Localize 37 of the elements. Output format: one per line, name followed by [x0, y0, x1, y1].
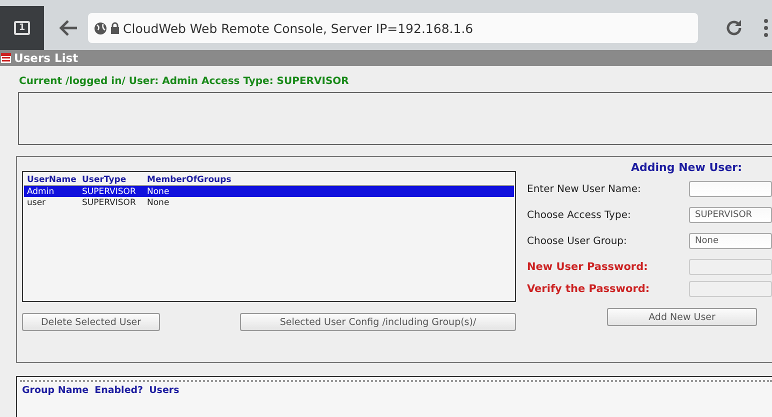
field-label: Choose Access Type: — [527, 210, 632, 220]
tab-count[interactable]: 1 — [14, 21, 30, 35]
user-row[interactable]: Admin SUPERVISOR None — [24, 186, 514, 197]
input-field[interactable] — [689, 181, 772, 197]
field-label: Choose User Group: — [527, 236, 628, 246]
field-label: Enter New User Name: — [527, 184, 642, 194]
table-cell-text: None — [147, 186, 170, 196]
current-user-text: Current /logged in/ User: Admin Access Type: SUPERVISOR — [19, 76, 349, 87]
table-cell-text: SUPERVISOR — [82, 198, 137, 208]
table-cell-text: None — [147, 198, 170, 208]
column-header: Enabled? — [94, 385, 144, 396]
table-cell-text: user — [26, 198, 47, 208]
user-row[interactable]: user SUPERVISOR None — [24, 197, 514, 208]
dropdown[interactable]: None — [689, 233, 772, 249]
field-label: New User Password: — [527, 261, 649, 273]
user-config-button[interactable]: Selected User Config /including Group(s)/ — [240, 313, 516, 331]
password-field[interactable] — [689, 281, 772, 297]
globe-icon — [94, 22, 107, 34]
app-icon — [1, 53, 11, 63]
dropdown[interactable]: SUPERVISOR — [689, 207, 772, 223]
delete-user-button[interactable]: Delete Selected User — [22, 313, 160, 331]
form-title: Adding New User: — [631, 161, 742, 174]
window-title: Users List — [14, 51, 78, 65]
column-header: Users — [149, 385, 180, 396]
lock-icon — [110, 22, 120, 34]
reload-icon[interactable] — [724, 18, 744, 38]
column-header: MemberOfGroups — [147, 174, 232, 184]
address-bar[interactable]: CloudWeb Web Remote Console, Server IP=192.168.1.6 — [88, 13, 698, 43]
add-user-button[interactable]: Add New User — [607, 308, 757, 326]
table-cell-text: Admin — [26, 186, 56, 196]
password-field[interactable] — [689, 259, 772, 275]
field-label: Verify the Password: — [527, 283, 651, 295]
menu-icon[interactable] — [764, 19, 768, 37]
column-header: UserType — [82, 174, 128, 184]
column-header: Group Name — [22, 385, 89, 396]
column-header: UserName — [26, 174, 78, 184]
table-cell-text: SUPERVISOR — [82, 186, 137, 196]
